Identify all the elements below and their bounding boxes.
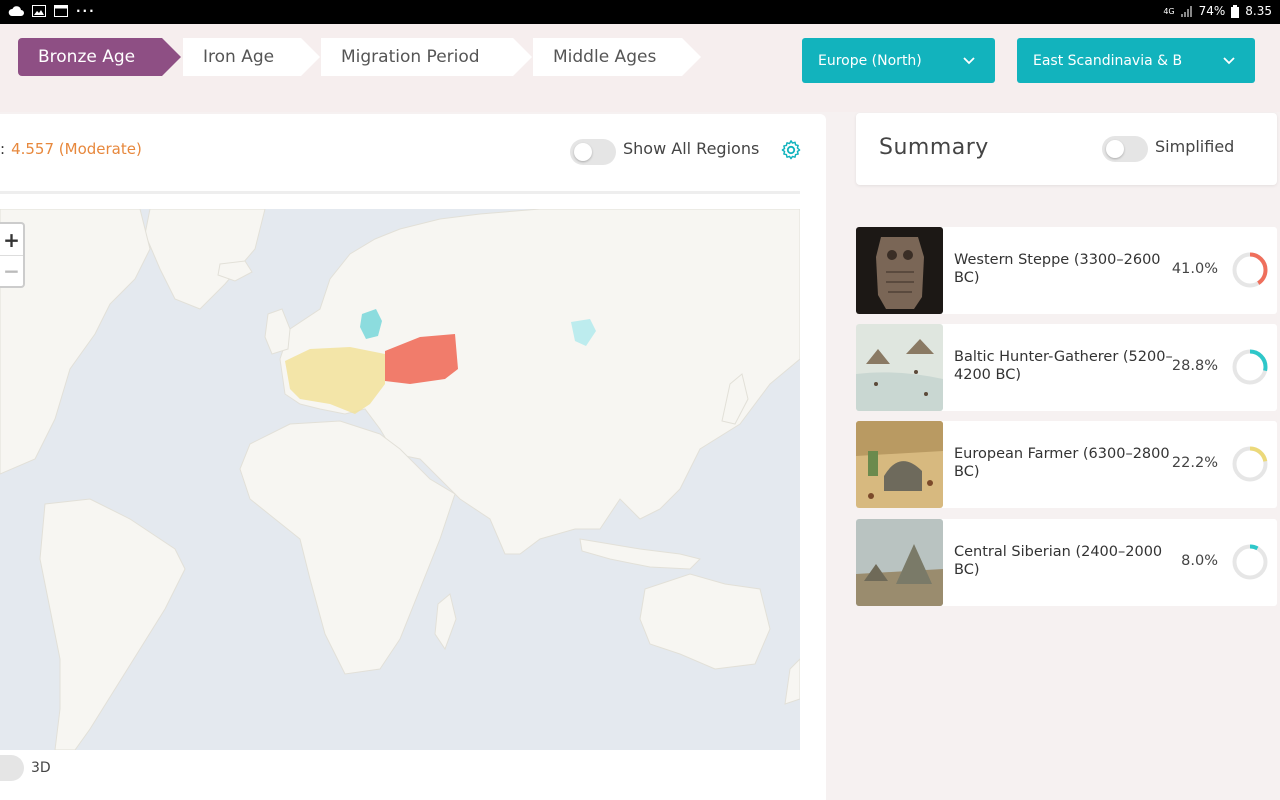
new-zealand-shape (784, 658, 800, 705)
breadcrumb-bronze-age[interactable]: Bronze Age (18, 38, 181, 76)
map-divider (0, 191, 800, 194)
ancestry-row-western-steppe[interactable]: Western Steppe (3300–2600 BC) 41.0% (856, 227, 1277, 314)
browser-icon (54, 5, 68, 17)
ancestry-percent: 8.0% (1181, 553, 1218, 569)
region-dropdown[interactable]: Europe (North) (802, 38, 995, 83)
show-all-regions-label: Show All Regions (623, 139, 760, 158)
breadcrumb-label: Migration Period (341, 47, 480, 67)
european-farmer-image (856, 421, 943, 508)
ancestry-name: Central Siberian (2400–2000 BC) (954, 544, 1163, 578)
battery-icon (1231, 4, 1240, 18)
status-bar: ··· 4G 74% 8.35 (0, 0, 1280, 24)
ancestry-name: Baltic Hunter-Gatherer (5200–4200 BC) (954, 349, 1173, 383)
ancestry-name: Western Steppe (3300–2600 BC) (954, 252, 1161, 286)
simplified-toggle[interactable] (1102, 136, 1148, 162)
breadcrumb-label: Middle Ages (553, 47, 657, 67)
ancestry-name: European Farmer (6300–2800 BC) (954, 446, 1170, 480)
view-3d-label: 3D (31, 760, 51, 776)
distance-score-value: 4.557 (Moderate) (11, 140, 142, 158)
madagascar-shape (434, 593, 457, 651)
indonesia-shape (579, 538, 701, 570)
ancestry-row-european-farmer[interactable]: European Farmer (6300–2800 BC) 22.2% (856, 421, 1277, 508)
clock: 8.35 (1245, 4, 1272, 18)
australia-shape (639, 573, 771, 670)
simplified-label: Simplified (1155, 137, 1235, 156)
image-icon (32, 5, 46, 17)
zoom-control: + − (0, 222, 25, 288)
signal-icon (1180, 6, 1192, 17)
ancestry-percent: 22.2% (1171, 455, 1218, 471)
ancestry-donut (1232, 349, 1268, 385)
subregion-dropdown-value: East Scandinavia & B (1033, 52, 1183, 69)
network-label: 4G (1163, 6, 1175, 16)
british-isles-shape (264, 308, 291, 355)
world-map-canvas (0, 209, 800, 750)
region-dropdown-value: Europe (North) (818, 52, 922, 69)
show-all-regions-toggle[interactable] (570, 139, 616, 165)
baltic-hunter-gatherer-image (856, 324, 943, 411)
distance-score: :4.557 (Moderate) (0, 140, 142, 158)
cloud-icon (8, 6, 24, 17)
zoom-in-button[interactable]: + (0, 224, 23, 255)
ancestry-percent: 41.0% (1171, 261, 1218, 277)
breadcrumb-iron-age[interactable]: Iron Age (183, 38, 320, 76)
greenland-shape (144, 209, 266, 310)
summary-title: Summary (879, 135, 989, 160)
world-map[interactable] (0, 209, 800, 750)
gear-icon[interactable] (780, 139, 802, 161)
chevron-down-icon (1223, 57, 1235, 65)
ancestry-row-central-siberian[interactable]: Central Siberian (2400–2000 BC) 8.0% (856, 519, 1277, 606)
battery-percent: 74% (1198, 4, 1226, 18)
breadcrumb-middle-ages[interactable]: Middle Ages (533, 38, 701, 76)
more-dots-icon: ··· (76, 4, 96, 18)
ancestry-row-baltic-hunter-gatherer[interactable]: Baltic Hunter-Gatherer (5200–4200 BC) 28… (856, 324, 1277, 411)
chevron-down-icon (963, 57, 975, 65)
breadcrumb-label: Iron Age (203, 47, 275, 67)
western-steppe-image (856, 227, 943, 314)
ancestry-donut (1232, 252, 1268, 288)
south-america-shape (39, 498, 186, 750)
subregion-dropdown[interactable]: East Scandinavia & B (1017, 38, 1255, 83)
breadcrumb-migration-period[interactable]: Migration Period (321, 38, 532, 76)
breadcrumb-label: Bronze Age (38, 47, 136, 67)
central-siberian-image (856, 519, 943, 606)
ancestry-donut (1232, 544, 1268, 580)
ancestry-donut (1232, 446, 1268, 482)
ancestry-percent: 28.8% (1171, 358, 1218, 374)
zoom-out-button[interactable]: − (0, 255, 23, 286)
